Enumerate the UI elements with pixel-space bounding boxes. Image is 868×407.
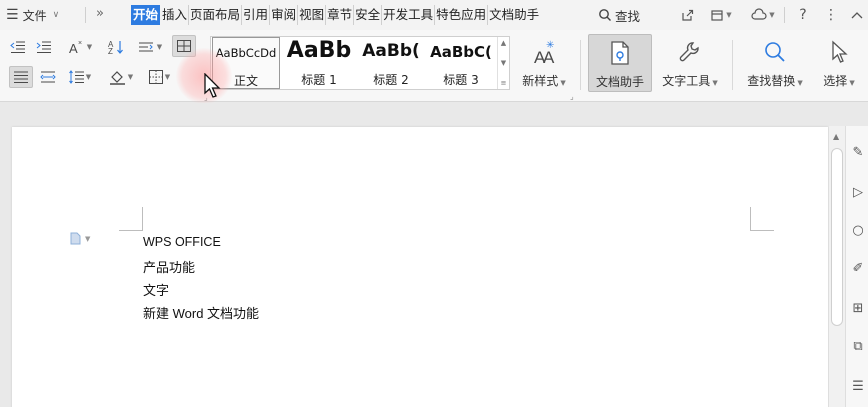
- document-workspace: ⩮ ▼ WPS OFFICE 产品功能 文字 新建 Word 文档功能: [0, 103, 868, 407]
- distributed-align-icon[interactable]: [36, 66, 60, 88]
- align-left-icon[interactable]: [9, 66, 33, 88]
- document-line[interactable]: WPS OFFICE: [143, 235, 221, 249]
- hamburger-icon: ☰: [6, 7, 19, 23]
- pointer-icon: [814, 38, 864, 66]
- style-preview-heading-1: AaBb: [286, 38, 352, 63]
- find-replace-button[interactable]: 查找替换 ▼: [740, 34, 810, 92]
- vertical-scrollbar[interactable]: ▲: [829, 126, 845, 407]
- divider: [580, 40, 581, 90]
- style-caption-heading-2: 标题 2: [373, 73, 409, 87]
- select-label: 选择: [823, 74, 848, 88]
- scrollbar-thumb[interactable]: [831, 148, 843, 326]
- search-button[interactable]: 查找: [598, 5, 640, 25]
- cloud-sync-icon[interactable]: ▼: [748, 5, 778, 25]
- mouse-cursor-icon: [203, 72, 221, 102]
- cursor-select-icon[interactable]: ▷: [850, 184, 866, 200]
- ribbon-tabs: 开始 插入 页面布局 引用 审阅 视图 章节 安全 开发工具 特色应用 文档助手: [131, 4, 540, 26]
- frame-dropdown-icon[interactable]: ▼: [706, 5, 736, 25]
- tab-security[interactable]: 安全: [354, 5, 383, 25]
- new-style-label: 新样式: [522, 74, 559, 88]
- line-spacing-icon[interactable]: ▼: [134, 36, 166, 58]
- magnifier-icon: [740, 38, 810, 66]
- more-options-icon[interactable]: ⋮: [820, 5, 842, 25]
- increase-indent-icon[interactable]: [32, 36, 56, 58]
- file-menu-label: 文件: [22, 8, 47, 23]
- document-line[interactable]: 文字: [143, 280, 169, 299]
- style-heading-1[interactable]: AaBb 标题 1: [283, 37, 355, 89]
- tab-home[interactable]: 开始: [131, 5, 161, 25]
- settings-sliders-icon[interactable]: ☰: [850, 378, 866, 394]
- shapes-icon[interactable]: ○: [850, 222, 866, 238]
- margin-corner-top-left: [119, 207, 143, 231]
- style-caption-heading-1: 标题 1: [301, 73, 337, 87]
- find-replace-label: 查找替换: [747, 74, 796, 88]
- style-heading-2[interactable]: AaBb( 标题 2: [357, 37, 425, 89]
- style-preview-heading-2: AaBb(: [362, 41, 420, 61]
- text-tools-label: 文字工具: [662, 74, 711, 88]
- document-line[interactable]: 新建 Word 文档功能: [143, 303, 259, 322]
- style-gallery-scroll[interactable]: ▲ ▼ ≡: [497, 37, 509, 89]
- tab-review[interactable]: 审阅: [270, 5, 299, 25]
- select-button[interactable]: 选择 ▼: [814, 34, 864, 92]
- search-label: 查找: [615, 8, 641, 24]
- sort-icon[interactable]: AZ: [104, 36, 128, 58]
- doc-assistant-label: 文档助手: [595, 75, 644, 89]
- pencil-icon[interactable]: ✐: [850, 260, 866, 276]
- divider: [784, 7, 785, 23]
- chevron-up-icon[interactable]: ▲: [501, 39, 506, 47]
- tab-sections[interactable]: 章节: [326, 5, 355, 25]
- document-icon: [70, 232, 81, 245]
- phonetic-guide-icon[interactable]: A × ▼: [64, 36, 96, 58]
- document-line[interactable]: 产品功能: [143, 257, 195, 276]
- more-tabs-icon[interactable]: »: [96, 6, 104, 21]
- style-heading-3[interactable]: AaBbC( 标题 3: [427, 37, 495, 89]
- scroll-up-arrow-icon[interactable]: ▲: [833, 132, 839, 141]
- search-icon: [599, 9, 611, 21]
- tab-insert[interactable]: 插入: [161, 5, 190, 25]
- doc-assistant-button[interactable]: 文档助手: [588, 34, 652, 92]
- ribbon-toolbar: A× ▼ AZ ▼ ▼ ▼ ▼ ⌟ AaBbCcDd 正文 AaBb 标题: [0, 30, 868, 102]
- document-page[interactable]: ▼ WPS OFFICE 产品功能 文字 新建 Word 文档功能: [12, 127, 828, 407]
- chevron-down-icon: ∨: [52, 10, 60, 20]
- menu-bar: ☰ 文件 ∨ » 开始 插入 页面布局 引用 审阅 视图 章节 安全 开发工具 …: [0, 0, 868, 30]
- svg-text:A: A: [69, 41, 78, 55]
- tab-special-apps[interactable]: 特色应用: [435, 5, 489, 25]
- expand-gallery-icon[interactable]: ≡: [501, 79, 507, 87]
- layout-icon[interactable]: ⧉: [850, 338, 866, 354]
- svg-text:✳: ✳: [546, 40, 554, 51]
- svg-text:Z: Z: [108, 47, 113, 55]
- divider: [85, 7, 86, 23]
- collapse-ribbon-icon[interactable]: [846, 5, 868, 25]
- right-task-pane-rail: ✎ ▷ ○ ✐ ⊞ ⧉ ☰: [845, 126, 868, 407]
- tab-page-layout[interactable]: 页面布局: [189, 5, 243, 25]
- text-tools-button[interactable]: 文字工具 ▼: [656, 34, 724, 92]
- paragraph-spacing-icon[interactable]: ▼: [64, 66, 96, 88]
- style-gallery: AaBbCcDd 正文 AaBb 标题 1 AaBb( 标题 2 AaBbC( …: [210, 36, 510, 90]
- decrease-indent-icon[interactable]: [6, 36, 30, 58]
- svg-text:×: ×: [78, 40, 82, 47]
- shading-icon[interactable]: ▼: [104, 66, 138, 88]
- tab-references[interactable]: 引用: [242, 5, 271, 25]
- style-caption-heading-3: 标题 3: [443, 73, 479, 87]
- grid-icon[interactable]: ⊞: [850, 300, 866, 316]
- wrench-icon: [656, 38, 724, 66]
- tab-view[interactable]: 视图: [298, 5, 327, 25]
- new-style-button[interactable]: A A ✳ 新样式 ▼: [516, 34, 572, 92]
- paragraph-marker[interactable]: ▼: [70, 232, 90, 245]
- borders-icon[interactable]: ▼: [142, 66, 176, 88]
- doc-assistant-icon: [589, 39, 651, 67]
- tab-developer[interactable]: 开发工具: [382, 5, 436, 25]
- divider: [732, 40, 733, 90]
- pen-icon[interactable]: ✎: [850, 144, 866, 160]
- margin-corner-top-right: [750, 207, 774, 231]
- help-icon[interactable]: ?: [792, 5, 814, 25]
- tab-doc-assistant[interactable]: 文档助手: [488, 5, 540, 25]
- share-icon[interactable]: [676, 5, 698, 25]
- new-style-icon: A A ✳: [516, 38, 572, 66]
- file-menu-button[interactable]: ☰ 文件 ∨: [6, 6, 59, 24]
- style-settings-launcher-icon[interactable]: ⌟: [570, 92, 574, 101]
- style-preview-heading-3: AaBbC(: [430, 43, 492, 61]
- chevron-down-icon[interactable]: ▼: [501, 59, 506, 67]
